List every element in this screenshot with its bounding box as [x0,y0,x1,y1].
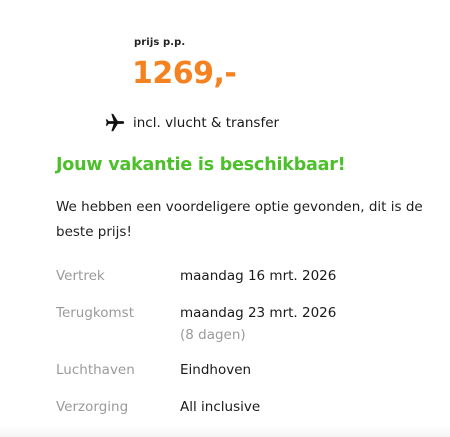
airplane-icon [104,112,126,134]
trip-duration: (8 dagen) [180,327,246,343]
airport-label: Luchthaven [56,362,135,378]
bottom-divider-shadow [0,425,450,437]
board-label: Verzorging [56,399,129,415]
availability-headline: Jouw vakantie is beschikbaar! [56,155,346,175]
inclusion-row: incl. vlucht & transfer [104,112,279,134]
inclusion-text: incl. vlucht & transfer [133,115,280,131]
price-amount: 1269,- [132,56,237,91]
price-per-person-label: prijs p.p. [134,37,186,48]
return-label: Terugkomst [56,305,135,321]
return-value: maandag 23 mrt. 2026 [180,305,337,321]
availability-message: We hebben een voordeligere optie gevonde… [56,199,423,240]
airport-value: Eindhoven [180,362,252,378]
departure-value: maandag 16 mrt. 2026 [180,268,337,284]
board-value: All inclusive [180,399,261,415]
departure-label: Vertrek [56,268,105,284]
